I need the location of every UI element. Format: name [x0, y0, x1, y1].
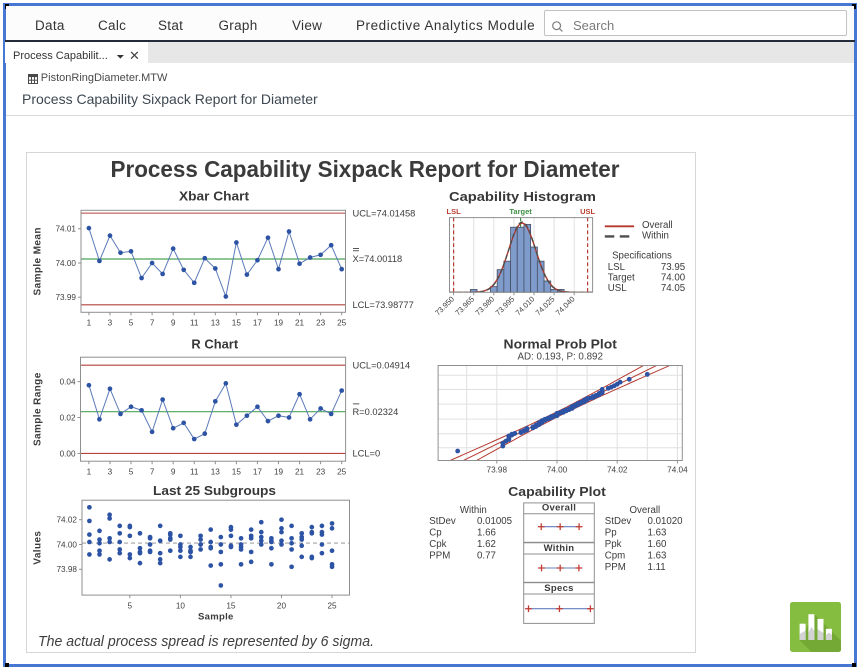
menu-item-data[interactable]: Data — [35, 18, 65, 33]
search-placeholder: Search — [573, 18, 614, 33]
tab-dropdown-icon[interactable] — [116, 54, 125, 60]
tab-label: Process Capabilit... — [13, 50, 108, 62]
menu-item-graph[interactable]: Graph — [219, 18, 258, 33]
worksheet-name: PistonRingDiameter.MTW — [41, 72, 168, 84]
tab-process-capability[interactable]: Process Capabilit... ✕ — [5, 42, 148, 63]
search-icon — [549, 18, 565, 34]
minitab-window: Data Calc Stat Graph View Predictive Ana… — [0, 0, 860, 671]
search-input[interactable]: Search — [544, 10, 847, 36]
menu-item-stat[interactable]: Stat — [158, 18, 183, 33]
selection-handle-bottom-left[interactable] — [5, 663, 10, 668]
menu-item-predictive-analytics-module[interactable]: Predictive Analytics Module — [356, 18, 535, 33]
minitab-logo-icon[interactable] — [790, 602, 841, 652]
page-title: Process Capability Sixpack Report for Di… — [22, 91, 318, 107]
tab-close-icon[interactable]: ✕ — [129, 48, 140, 64]
worksheet-icon — [28, 74, 38, 84]
graph-border — [26, 152, 696, 653]
separator-line — [6, 115, 854, 116]
menu-item-calc[interactable]: Calc — [98, 18, 126, 33]
tab-strip: Process Capabilit... ✕ — [5, 42, 854, 63]
selection-handle-bottom-right[interactable] — [852, 663, 857, 668]
sixpack-graph[interactable]: Process Capability Sixpack Report for Di… — [26, 152, 696, 653]
menu-item-view[interactable]: View — [292, 18, 322, 33]
